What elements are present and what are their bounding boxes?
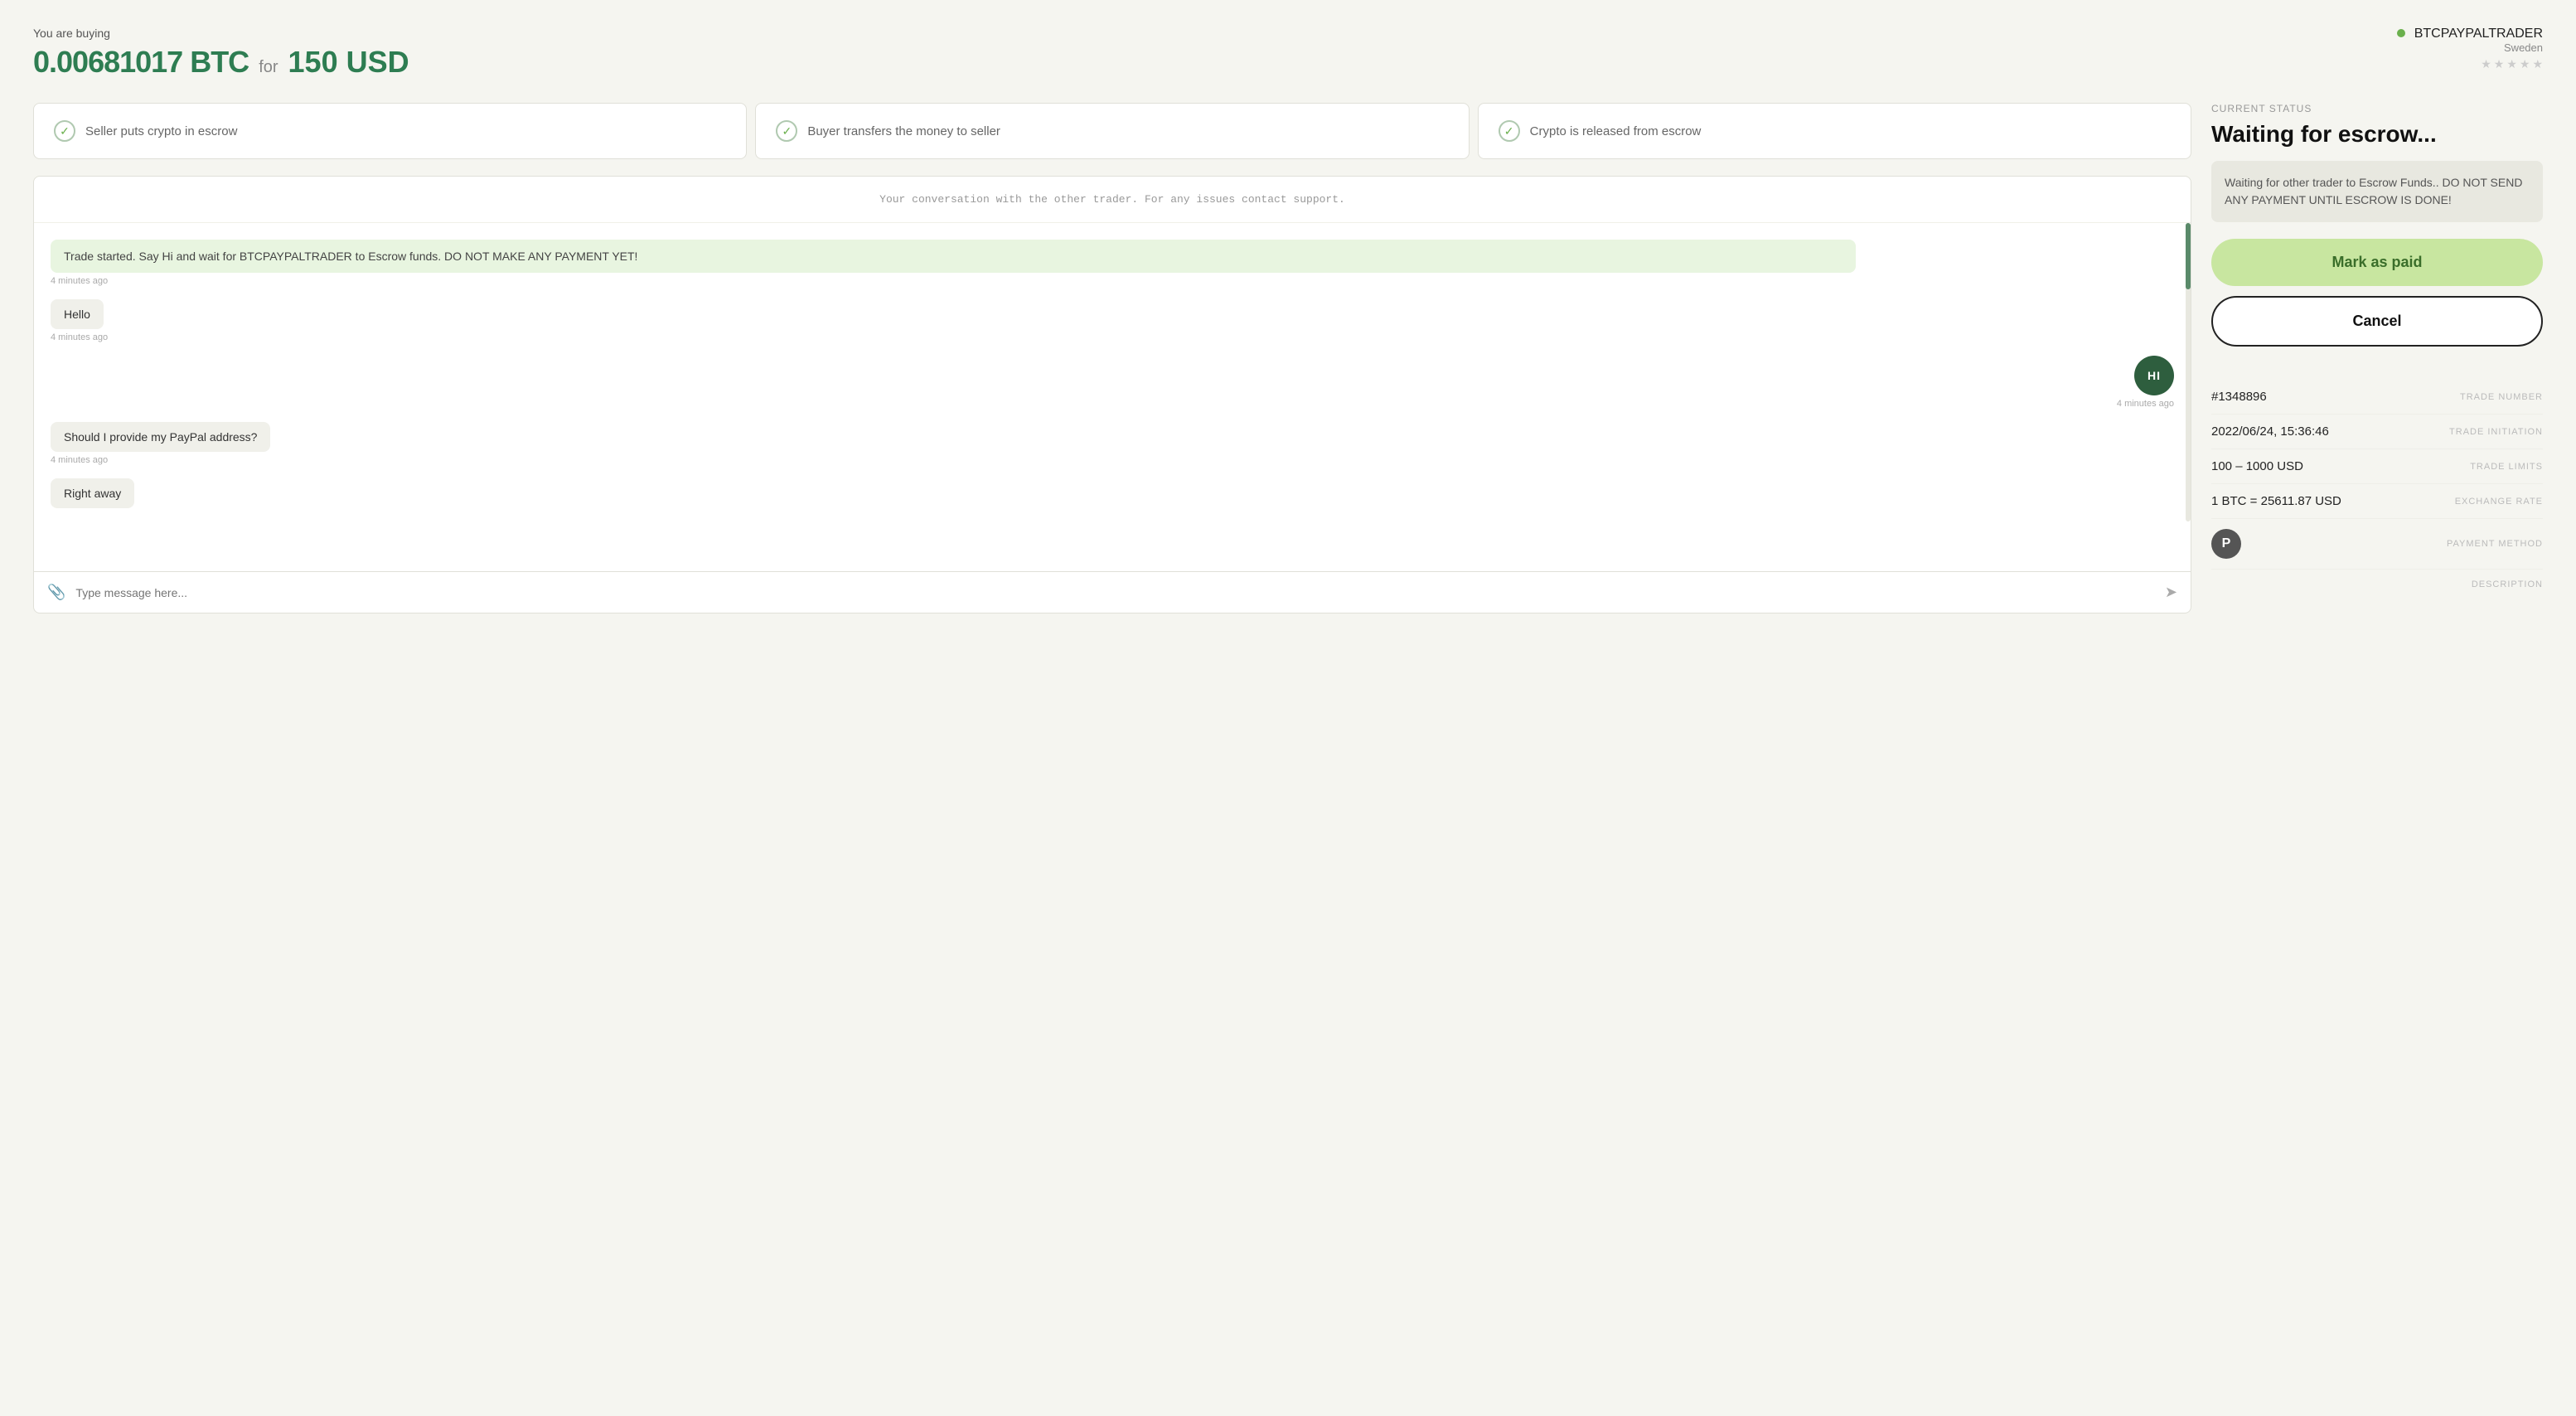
you-are-buying-label: You are buying: [33, 27, 2543, 40]
step-2-card: ✓ Buyer transfers the money to seller: [755, 103, 1469, 159]
trade-details: #1348896 TRADE NUMBER 2022/06/24, 15:36:…: [2211, 380, 2543, 599]
exchange-rate-value: 1 BTC = 25611.87 USD: [2211, 494, 2341, 508]
right-panel: CURRENT STATUS Waiting for escrow... Wai…: [2211, 103, 2543, 599]
payment-method-icon: P: [2211, 529, 2241, 559]
description-row: DESCRIPTION: [2211, 570, 2543, 599]
trade-number-key: TRADE NUMBER: [2460, 392, 2543, 402]
trade-initiation-row: 2022/06/24, 15:36:46 TRADE INITIATION: [2211, 415, 2543, 449]
message-hello: Hello 4 minutes ago: [51, 299, 2174, 342]
bubble-hi: HI: [2134, 356, 2174, 395]
status-title: Waiting for escrow...: [2211, 121, 2543, 148]
step-2-label: Buyer transfers the money to seller: [807, 123, 1000, 140]
usd-amount: 150 USD: [288, 45, 409, 80]
seller-name: BTCPAYPALTRADER: [2397, 27, 2543, 41]
message-right-away: Right away: [51, 478, 2174, 508]
mark-as-paid-button[interactable]: Mark as paid: [2211, 239, 2543, 286]
trade-number-value: #1348896: [2211, 390, 2267, 404]
system-message-time: 4 minutes ago: [51, 276, 2174, 286]
for-label: for: [259, 58, 278, 77]
message-hello-time: 4 minutes ago: [51, 332, 2174, 342]
chat-input[interactable]: [75, 586, 2154, 599]
status-warning: Waiting for other trader to Escrow Funds…: [2211, 161, 2543, 222]
exchange-rate-row: 1 BTC = 25611.87 USD EXCHANGE RATE: [2211, 484, 2543, 519]
message-hi-time: 4 minutes ago: [2117, 399, 2174, 409]
chat-input-area: 📎 ➤: [34, 571, 2191, 613]
chat-notice: Your conversation with the other trader.…: [34, 177, 2191, 223]
step-3-card: ✓ Crypto is released from escrow: [1478, 103, 2191, 159]
step-3-label: Crypto is released from escrow: [1530, 123, 1702, 140]
chat-scrollbar-thumb[interactable]: [2186, 223, 2191, 289]
main-layout: ✓ Seller puts crypto in escrow ✓ Buyer t…: [33, 103, 2543, 613]
chat-scrollbar[interactable]: [2186, 223, 2191, 521]
message-hi-wrap: HI 4 minutes ago: [51, 356, 2174, 409]
step-3-check: ✓: [1499, 120, 1520, 142]
chat-messages: Trade started. Say Hi and wait for BTCPA…: [34, 223, 2191, 571]
payment-method-key: PAYMENT METHOD: [2447, 539, 2543, 549]
current-status-label: CURRENT STATUS: [2211, 103, 2543, 114]
exchange-rate-key: EXCHANGE RATE: [2455, 497, 2543, 507]
online-indicator: [2397, 29, 2405, 37]
steps-row: ✓ Seller puts crypto in escrow ✓ Buyer t…: [33, 103, 2191, 159]
seller-country: Sweden: [2397, 41, 2543, 54]
step-1-card: ✓ Seller puts crypto in escrow: [33, 103, 747, 159]
chat-panel: Your conversation with the other trader.…: [33, 176, 2191, 613]
page-header: You are buying 0.00681017 BTC for 150 US…: [33, 27, 2543, 80]
system-message: Trade started. Say Hi and wait for BTCPA…: [51, 240, 2174, 286]
step-2-check: ✓: [776, 120, 797, 142]
trade-limits-value: 100 – 1000 USD: [2211, 459, 2303, 473]
step-1-label: Seller puts crypto in escrow: [85, 123, 237, 140]
payment-method-row: P PAYMENT METHOD: [2211, 519, 2543, 570]
trade-limits-row: 100 – 1000 USD TRADE LIMITS: [2211, 449, 2543, 484]
seller-info: BTCPAYPALTRADER Sweden ★ ★ ★ ★ ★: [2397, 27, 2543, 71]
cancel-button[interactable]: Cancel: [2211, 296, 2543, 347]
trade-number-row: #1348896 TRADE NUMBER: [2211, 380, 2543, 415]
bubble-hello: Hello: [51, 299, 104, 329]
trade-amount: 0.00681017 BTC for 150 USD: [33, 45, 2543, 80]
trade-limits-key: TRADE LIMITS: [2470, 462, 2543, 472]
trade-initiation-value: 2022/06/24, 15:36:46: [2211, 424, 2329, 439]
seller-rating: ★ ★ ★ ★ ★: [2397, 57, 2543, 71]
system-message-text: Trade started. Say Hi and wait for BTCPA…: [51, 240, 1856, 273]
btc-amount: 0.00681017 BTC: [33, 45, 249, 80]
seller-username: BTCPAYPALTRADER: [2414, 27, 2543, 41]
send-icon[interactable]: ➤: [2165, 584, 2177, 601]
left-panel: ✓ Seller puts crypto in escrow ✓ Buyer t…: [33, 103, 2191, 613]
step-1-check: ✓: [54, 120, 75, 142]
bubble-paypal: Should I provide my PayPal address?: [51, 422, 270, 452]
attach-icon[interactable]: 📎: [47, 584, 65, 601]
description-key: DESCRIPTION: [2472, 579, 2543, 589]
message-paypal-time: 4 minutes ago: [51, 455, 2174, 465]
bubble-right-away: Right away: [51, 478, 134, 508]
trade-initiation-key: TRADE INITIATION: [2449, 427, 2543, 437]
message-paypal: Should I provide my PayPal address? 4 mi…: [51, 422, 2174, 465]
